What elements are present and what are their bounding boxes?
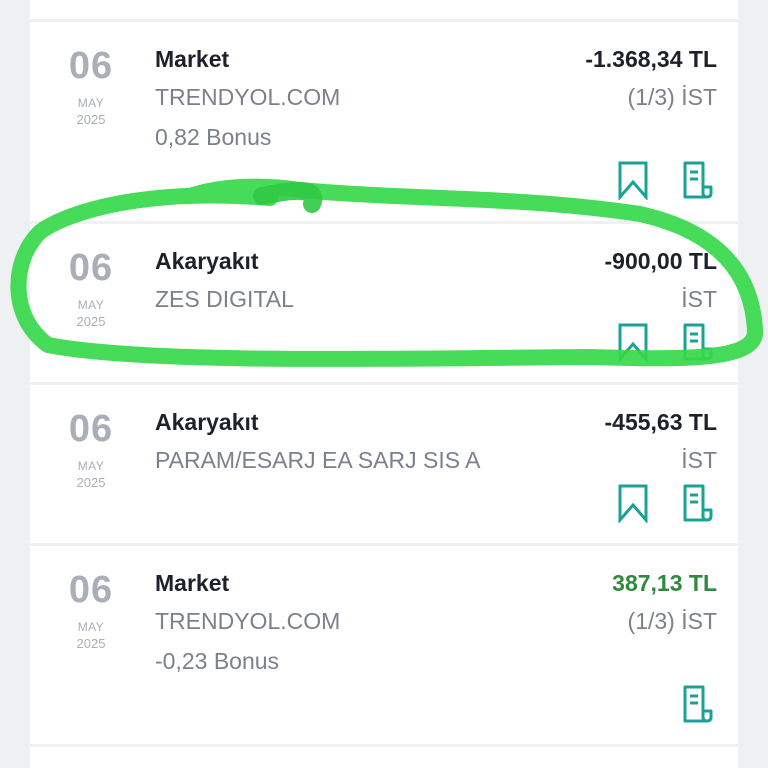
transaction-category: Akaryakıt xyxy=(155,248,259,274)
date-day: 06 xyxy=(68,247,114,289)
date-year: 2025 xyxy=(76,475,106,490)
bookmark-icon[interactable] xyxy=(616,160,650,200)
transaction-row[interactable]: 06 MAY 2025 Akaryakıt PARAM/ESARJ EA SAR… xyxy=(30,385,738,543)
receipt-icon[interactable] xyxy=(680,160,714,200)
bookmark-icon[interactable] xyxy=(616,483,650,523)
receipt-icon[interactable] xyxy=(680,322,714,362)
transaction-amount: 387,13 TL xyxy=(612,570,717,596)
date-month: MAY xyxy=(77,459,105,473)
transaction-row[interactable]: 06 MAY 2025 Market TRENDYOL.COM -0,23 Bo… xyxy=(30,546,738,744)
transaction-actions xyxy=(590,322,714,362)
transaction-merchant: ZES DIGITAL xyxy=(155,286,294,312)
date-day: 06 xyxy=(68,408,114,450)
receipt-icon[interactable] xyxy=(680,684,714,724)
transaction-installment: İST xyxy=(681,447,717,473)
transaction-list-screen: 06 MAY 2025 Market TRENDYOL.COM 0,82 Bon… xyxy=(0,0,768,768)
next-item-remnant xyxy=(30,747,738,768)
transaction-row[interactable]: 06 MAY 2025 Market TRENDYOL.COM 0,82 Bon… xyxy=(30,22,738,221)
transaction-merchant: PARAM/ESARJ EA SARJ SIS A xyxy=(155,447,481,473)
receipt-icon[interactable] xyxy=(680,483,714,523)
bookmark-icon[interactable] xyxy=(616,322,650,362)
transaction-installment: (1/3) İST xyxy=(627,84,717,110)
transaction-amount: -455,63 TL xyxy=(604,409,718,435)
transaction-bonus: -0,23 Bonus xyxy=(155,648,280,674)
transaction-actions xyxy=(654,684,714,724)
previous-item-remnant xyxy=(30,0,738,19)
transaction-installment: İST xyxy=(681,286,717,312)
transaction-row[interactable]: 06 MAY 2025 Akaryakıt ZES DIGITAL -900,0… xyxy=(30,224,738,382)
date-month: MAY xyxy=(77,298,105,312)
date-year: 2025 xyxy=(76,314,106,329)
transaction-merchant: TRENDYOL.COM xyxy=(155,84,341,110)
date-day: 06 xyxy=(68,569,114,611)
transaction-category: Akaryakıt xyxy=(155,409,259,435)
transaction-actions xyxy=(590,483,714,523)
date-month: MAY xyxy=(77,620,105,634)
transaction-installment: (1/3) İST xyxy=(627,608,717,634)
transaction-bonus: 0,82 Bonus xyxy=(155,124,272,150)
transaction-category: Market xyxy=(155,46,230,72)
date-day: 06 xyxy=(68,45,114,87)
transaction-actions xyxy=(590,160,714,200)
transaction-list: 06 MAY 2025 Market TRENDYOL.COM 0,82 Bon… xyxy=(30,0,738,768)
date-year: 2025 xyxy=(76,112,106,127)
date-month: MAY xyxy=(77,96,105,110)
date-year: 2025 xyxy=(76,636,106,651)
transaction-amount: -900,00 TL xyxy=(604,248,718,274)
transaction-amount: -1.368,34 TL xyxy=(585,46,717,72)
transaction-category: Market xyxy=(155,570,230,596)
transaction-merchant: TRENDYOL.COM xyxy=(155,608,341,634)
